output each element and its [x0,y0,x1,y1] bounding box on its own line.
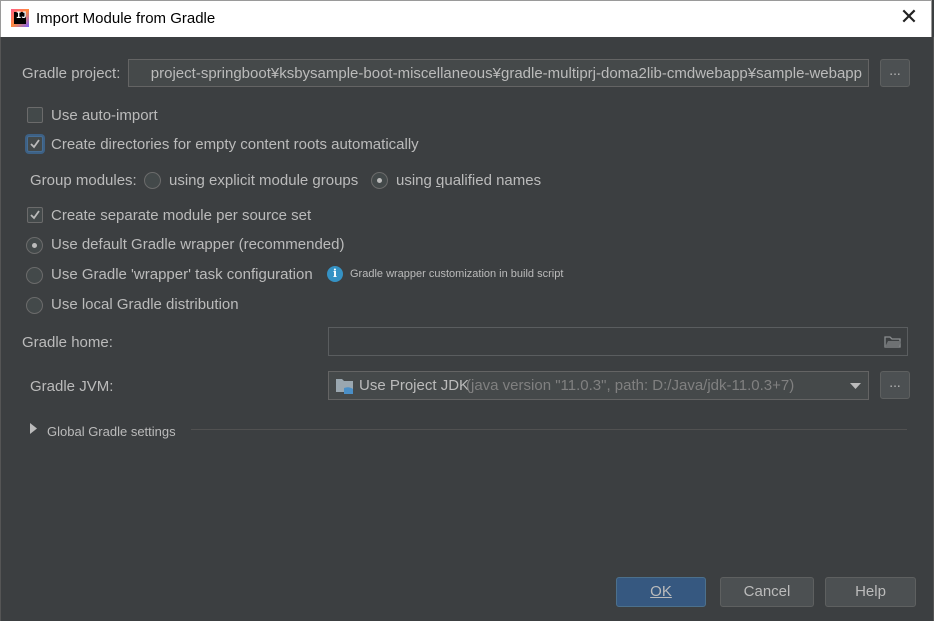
gradle-home-label: Gradle home: [22,334,113,351]
check-icon [30,210,40,220]
gradle-project-value: project-springboot¥ksbysample-boot-misce… [150,65,862,82]
group-explicit-label: using explicit module groups [169,172,359,189]
global-settings-label[interactable]: Global Gradle settings [47,424,176,439]
wrapper-default-radio[interactable] [26,237,43,254]
triangle-right-icon[interactable] [30,423,37,434]
auto-import-label: Use auto-import [51,107,158,124]
chevron-down-icon [850,383,861,389]
local-dist-radio[interactable] [26,297,43,314]
title-bar: IJ Import Module from Gradle ✕ [0,0,932,37]
window-title: Import Module from Gradle [36,10,216,27]
wrapper-task-radio[interactable] [26,267,43,284]
folder-icon[interactable] [884,335,902,349]
group-qualified-radio[interactable] [371,172,388,189]
gradle-project-field[interactable]: project-springboot¥ksbysample-boot-misce… [128,59,869,87]
separate-module-label: Create separate module per source set [51,207,312,224]
create-dirs-label: Create directories for empty content roo… [51,136,419,153]
local-dist-label: Use local Gradle distribution [51,296,239,313]
close-icon[interactable]: ✕ [897,7,921,31]
cancel-button[interactable]: Cancel [720,577,814,607]
group-qualified-label: using qualified names [396,172,542,189]
gradle-project-browse-button[interactable]: ... [880,59,910,87]
gradle-jvm-selected: Use Project JDK [359,377,470,394]
auto-import-checkbox[interactable] [27,107,43,123]
check-icon [30,139,40,149]
ok-button[interactable]: OK [616,577,706,607]
wrapper-info-text: Gradle wrapper customization in build sc… [350,268,564,280]
create-dirs-checkbox[interactable] [27,136,43,152]
group-explicit-radio[interactable] [144,172,161,189]
app-icon: IJ [11,9,29,27]
gradle-jvm-label: Gradle JVM: [30,378,114,395]
gradle-jvm-detail: (java version "11.0.3", path: D:/Java/jd… [466,377,795,394]
gradle-project-label: Gradle project: [22,65,121,82]
gradle-jvm-combo[interactable]: Use Project JDK (java version "11.0.3", … [328,371,869,400]
jdk-folder-icon [336,379,353,394]
gradle-home-field[interactable] [328,327,908,356]
separate-module-checkbox[interactable] [27,207,43,223]
group-modules-label: Group modules: [30,172,137,189]
dialog-content: Gradle project: project-springboot¥ksbys… [0,37,934,621]
gradle-jvm-browse-button[interactable]: ... [880,371,910,399]
wrapper-default-label: Use default Gradle wrapper (recommended) [51,236,345,253]
info-icon: i [327,266,343,282]
wrapper-task-label: Use Gradle 'wrapper' task configuration [51,266,313,283]
global-settings-separator [191,429,907,430]
help-button[interactable]: Help [825,577,916,607]
